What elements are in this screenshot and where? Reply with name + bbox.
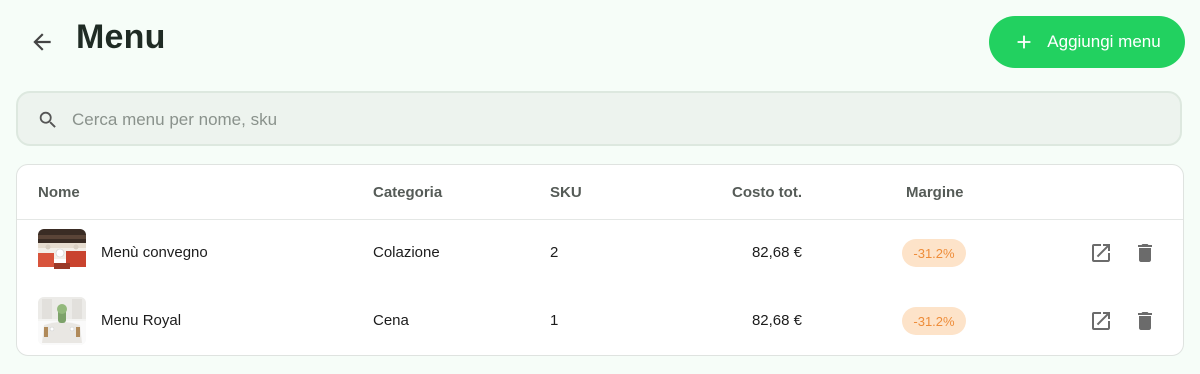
back-button[interactable] [22, 22, 62, 62]
plus-icon [1017, 35, 1031, 49]
margin-badge: -31.2% [902, 307, 966, 335]
add-menu-button[interactable]: Aggiungi menu [989, 16, 1185, 68]
menu-name[interactable]: Menù convegno [101, 244, 208, 261]
page-header: Menu Aggiungi menu [0, 0, 1200, 84]
trash-icon[interactable] [1133, 309, 1157, 333]
arrow-left-icon [33, 33, 51, 51]
menu-cost: 82,68 € [751, 312, 802, 329]
page-title: Menu [76, 18, 166, 56]
table-header: Nome Categoria SKU Costo tot. Margine [17, 165, 1183, 220]
column-header-nome[interactable]: Nome [38, 184, 80, 201]
menu-thumbnail [38, 229, 86, 277]
search-box[interactable] [16, 91, 1182, 146]
menu-category: Colazione [373, 244, 440, 261]
column-header-categoria[interactable]: Categoria [373, 184, 442, 201]
menu-cost: 82,68 € [751, 244, 802, 261]
margin-badge: -31.2% [902, 239, 966, 267]
open-external-icon[interactable] [1089, 241, 1113, 265]
menu-sku: 2 [550, 244, 559, 261]
menu-name[interactable]: Menu Royal [101, 312, 181, 329]
add-menu-button-label: Aggiungi menu [1047, 32, 1161, 51]
open-external-icon[interactable] [1089, 309, 1113, 333]
search-icon [39, 111, 56, 128]
search-input[interactable] [70, 101, 1164, 139]
trash-icon[interactable] [1133, 241, 1157, 265]
column-header-margine[interactable]: Margine [906, 184, 964, 201]
menu-table: Nome Categoria SKU Costo tot. Margine Me… [16, 164, 1184, 356]
menu-category: Cena [373, 312, 409, 329]
column-header-costo[interactable]: Costo tot. [702, 184, 802, 201]
menu-sku: 1 [550, 312, 559, 329]
table-row[interactable]: Menu Royal Cena 1 82,68 € -31.2% [17, 287, 1183, 355]
table-row[interactable]: Menù convegno Colazione 2 82,68 € -31.2% [17, 219, 1183, 287]
menu-thumbnail [38, 297, 86, 345]
column-header-sku[interactable]: SKU [550, 184, 582, 201]
